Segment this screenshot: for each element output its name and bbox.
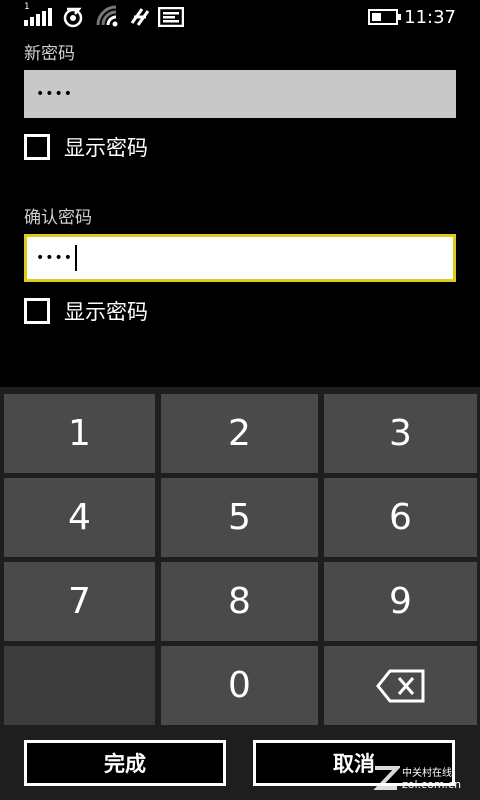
new-password-label: 新密码 <box>24 44 75 64</box>
battery-icon <box>368 9 401 25</box>
backspace-icon <box>375 669 424 702</box>
message-icon <box>158 7 184 27</box>
show-confirm-password-label: 显示密码 <box>64 300 148 324</box>
show-new-password-toggle[interactable]: 显示密码 <box>24 131 148 163</box>
confirm-password-content: •••• <box>36 245 78 271</box>
watermark-url: zol.com.cn <box>402 778 462 791</box>
key-3[interactable]: 3 <box>324 394 477 473</box>
confirm-password-field[interactable]: •••• <box>24 234 456 282</box>
numeric-keypad: 1 2 3 4 5 6 7 8 9 0 <box>0 387 480 800</box>
show-confirm-password-toggle[interactable]: 显示密码 <box>24 295 148 327</box>
confirm-password-value: •••• <box>36 250 74 266</box>
text-caret <box>75 245 78 271</box>
status-bar: 1 11:37 <box>0 0 480 34</box>
key-2[interactable]: 2 <box>161 394 318 473</box>
key-9[interactable]: 9 <box>324 562 477 641</box>
key-0[interactable]: 0 <box>161 646 318 725</box>
backspace-key[interactable] <box>324 646 477 725</box>
show-confirm-password-checkbox[interactable] <box>24 298 50 324</box>
status-time: 11:37 <box>404 7 456 28</box>
watermark-cn: 中关村在线 <box>402 768 452 779</box>
wifi-icon <box>96 5 118 27</box>
key-5[interactable]: 5 <box>161 478 318 557</box>
bluetooth-icon <box>130 8 150 26</box>
key-7[interactable]: 7 <box>4 562 155 641</box>
zol-logo-icon <box>373 766 400 790</box>
new-password-field[interactable]: •••• <box>24 70 456 118</box>
data-sync-icon <box>63 7 83 28</box>
watermark: 中关村在线 zol.com.cn <box>372 760 476 796</box>
key-6[interactable]: 6 <box>324 478 477 557</box>
show-new-password-label: 显示密码 <box>64 136 148 160</box>
show-new-password-checkbox[interactable] <box>24 134 50 160</box>
done-button[interactable]: 完成 <box>24 740 226 786</box>
new-password-value: •••• <box>36 86 74 102</box>
key-blank <box>4 646 155 725</box>
key-8[interactable]: 8 <box>161 562 318 641</box>
sim-index: 1 <box>24 2 30 12</box>
confirm-password-label: 确认密码 <box>24 208 92 228</box>
key-1[interactable]: 1 <box>4 394 155 473</box>
key-4[interactable]: 4 <box>4 478 155 557</box>
